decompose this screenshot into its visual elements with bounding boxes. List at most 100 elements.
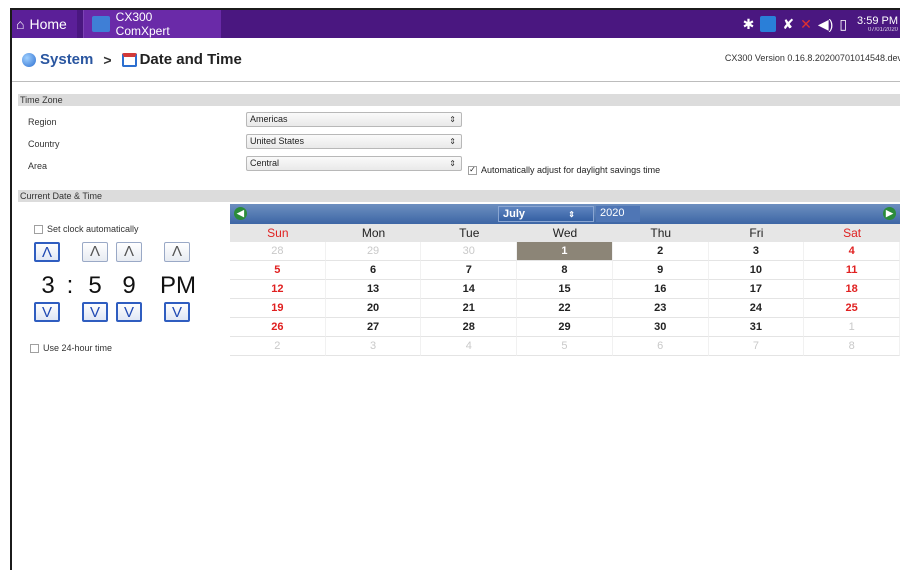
country-value: United States (250, 136, 305, 146)
calendar-day[interactable]: 11 (804, 261, 900, 280)
calendar-day[interactable]: 16 (612, 280, 709, 299)
minute-tens-up-button[interactable]: Λ (82, 242, 108, 262)
wifi-off-icon[interactable]: ✕ (800, 14, 812, 34)
auto-clock-row[interactable]: Set clock automatically (34, 224, 139, 234)
calendar-day[interactable]: 23 (612, 299, 709, 318)
auto-clock-checkbox[interactable] (34, 224, 43, 234)
area-label: Area (28, 161, 48, 171)
calendar-day[interactable]: 6 (612, 337, 709, 356)
minute-ones-up-button[interactable]: Λ (116, 242, 142, 262)
home-label: Home (29, 16, 67, 32)
calendar-day[interactable]: 4 (421, 337, 518, 356)
minute-tens-down-button[interactable]: V (82, 302, 108, 322)
select-arrows-icon: ⇕ (568, 210, 575, 219)
calendar-day[interactable]: 18 (804, 280, 900, 299)
calendar-day[interactable]: 17 (708, 280, 805, 299)
calendar-day[interactable]: 28 (230, 242, 326, 261)
weekday-header: Thu (612, 224, 709, 242)
calendar-day[interactable]: 1 (804, 318, 900, 337)
clock-time: 3:59 PM (857, 14, 898, 27)
calendar-day[interactable]: 5 (517, 337, 613, 356)
status-clock[interactable]: 3:59 PM 07/01/2020 (857, 14, 898, 33)
calendar-day[interactable]: 29 (517, 318, 613, 337)
volume-icon[interactable]: ◀) (818, 14, 833, 34)
crumb-system-label: System (40, 51, 94, 68)
system-tray: ✱ ✘ ✕ ◀) ▯ 3:59 PM 07/01/2020 (743, 10, 900, 38)
version-label: CX300 Version 0.16.8.20200701014548.dev (724, 53, 900, 63)
calendar-day[interactable]: 3 (325, 337, 422, 356)
hour-up-button[interactable]: Λ (34, 242, 60, 262)
calendar-day[interactable]: 19 (230, 299, 326, 318)
calendar-day[interactable]: 2 (612, 242, 709, 261)
calendar-day[interactable]: 12 (230, 280, 326, 299)
calendar-day[interactable]: 8 (517, 261, 613, 280)
calendar-day[interactable]: 8 (804, 337, 900, 356)
month-select[interactable]: July ⇕ (498, 206, 594, 222)
crumb-system[interactable]: System (22, 51, 93, 68)
calendar-day[interactable]: 22 (517, 299, 613, 318)
tools-icon[interactable]: ✘ (782, 14, 794, 34)
home-button[interactable]: ⌂ Home (12, 10, 77, 38)
weekday-header: Sun (230, 224, 326, 242)
calendar-icon (121, 52, 137, 67)
ampm-up-button[interactable]: Λ (164, 242, 190, 262)
calendar-day[interactable]: 5 (230, 261, 326, 280)
use24-row[interactable]: Use 24-hour time (30, 343, 112, 353)
select-arrows-icon: ⇕ (449, 137, 456, 146)
weekday-header: Wed (517, 224, 613, 242)
calendar-day[interactable]: 15 (517, 280, 613, 299)
calendar-day[interactable]: 2 (230, 337, 326, 356)
calendar-day[interactable]: 24 (708, 299, 805, 318)
region-select[interactable]: Americas ⇕ (246, 112, 462, 127)
crumb-separator: > (103, 51, 112, 68)
dst-checkbox-row[interactable]: ✓ Automatically adjust for daylight savi… (468, 165, 660, 175)
calendar-day[interactable]: 9 (612, 261, 709, 280)
timezone-section-header: Time Zone (18, 94, 900, 106)
calendar: ◀ July ⇕ 2020 ▶ Sun Mon Tue Wed Thu Fri Sat 28 2… (230, 204, 900, 356)
calendar-day[interactable]: 30 (421, 242, 518, 261)
country-label: Country (28, 139, 60, 149)
calendar-day[interactable]: 29 (325, 242, 422, 261)
calendar-day[interactable]: 10 (708, 261, 805, 280)
bluetooth-icon[interactable]: ✱ (743, 14, 755, 34)
home-icon: ⌂ (16, 16, 25, 32)
country-select[interactable]: United States ⇕ (246, 134, 462, 149)
minute-ones-down-button[interactable]: V (116, 302, 142, 322)
select-arrows-icon: ⇕ (449, 115, 456, 124)
calendar-day[interactable]: 4 (804, 242, 900, 261)
app-window: ⌂ Home CX300 ComXpert ✱ ✘ ✕ ◀) ▯ 3:59 PM… (10, 8, 900, 570)
region-label: Region (28, 117, 57, 127)
area-value: Central (250, 158, 280, 168)
calendar-day[interactable]: 31 (708, 318, 805, 337)
next-month-icon[interactable]: ▶ (883, 207, 896, 220)
calendar-day[interactable]: 1 (517, 242, 613, 261)
calendar-day[interactable]: 20 (325, 299, 422, 318)
calendar-day[interactable]: 26 (230, 318, 326, 337)
calendar-day[interactable]: 7 (708, 337, 805, 356)
battery-icon[interactable]: ▯ (839, 14, 847, 34)
app-tab[interactable]: CX300 ComXpert (82, 10, 221, 38)
calendar-day[interactable]: 30 (612, 318, 709, 337)
dst-checkbox[interactable]: ✓ (468, 165, 477, 175)
calendar-day[interactable]: 3 (708, 242, 805, 261)
calendar-day[interactable]: 7 (421, 261, 518, 280)
calendar-day[interactable]: 25 (804, 299, 900, 318)
top-bar: ⌂ Home CX300 ComXpert ✱ ✘ ✕ ◀) ▯ 3:59 PM… (12, 10, 900, 38)
ampm-down-button[interactable]: V (164, 302, 190, 322)
calendar-day[interactable]: 28 (421, 318, 518, 337)
calendar-day[interactable]: 13 (325, 280, 422, 299)
weekday-header: Fri (708, 224, 805, 242)
use24-checkbox[interactable] (30, 343, 39, 353)
auto-clock-label: Set clock automatically (47, 224, 139, 234)
area-select[interactable]: Central ⇕ (246, 156, 462, 171)
year-field[interactable]: 2020 (596, 206, 640, 222)
minute-tens-value: 5 (88, 272, 102, 299)
calendar-day[interactable]: 27 (325, 318, 422, 337)
prev-month-icon[interactable]: ◀ (234, 207, 247, 220)
hour-down-button[interactable]: V (34, 302, 60, 322)
calendar-day[interactable]: 14 (421, 280, 518, 299)
dst-label: Automatically adjust for daylight saving… (481, 165, 661, 175)
calendar-day[interactable]: 6 (325, 261, 422, 280)
network-chip-icon[interactable] (760, 16, 777, 32)
calendar-day[interactable]: 21 (421, 299, 518, 318)
